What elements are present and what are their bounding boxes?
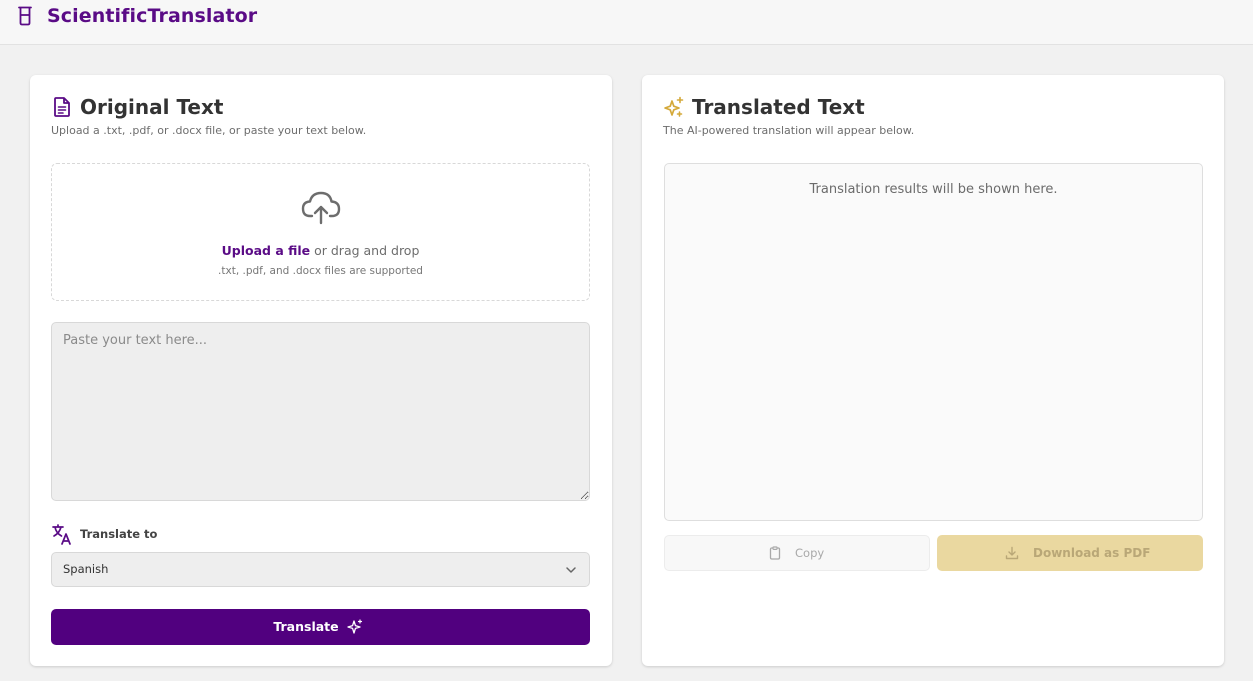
selected-language: Spanish bbox=[63, 562, 109, 576]
translation-output[interactable]: Translation results will be shown here. bbox=[664, 163, 1203, 521]
download-pdf-label: Download as PDF bbox=[1033, 546, 1151, 560]
beaker-icon bbox=[18, 6, 32, 26]
drag-drop-text: or drag and drop bbox=[310, 243, 420, 258]
sparkles-icon bbox=[664, 96, 684, 117]
download-icon bbox=[1005, 546, 1019, 560]
original-text-subtitle: Upload a .txt, .pdf, or .docx file, or p… bbox=[51, 124, 367, 137]
original-text-card: Original Text Upload a .txt, .pdf, or .d… bbox=[30, 75, 612, 666]
translate-button[interactable]: Translate bbox=[51, 609, 590, 645]
translated-text-title: Translated Text bbox=[692, 95, 865, 119]
download-pdf-button[interactable]: Download as PDF bbox=[937, 535, 1203, 571]
translated-text-card: Translated Text The AI-powered translati… bbox=[642, 75, 1224, 666]
translate-to-label: Translate to bbox=[80, 527, 158, 541]
chevron-down-icon bbox=[566, 567, 576, 573]
file-dropzone[interactable]: Upload a file or drag and drop .txt, .pd… bbox=[51, 163, 590, 301]
translate-button-label: Translate bbox=[273, 619, 339, 634]
upload-prompt: Upload a file or drag and drop bbox=[52, 242, 589, 260]
clipboard-icon bbox=[769, 546, 781, 560]
original-text-title: Original Text bbox=[80, 95, 224, 119]
source-text-input[interactable] bbox=[51, 322, 590, 501]
translate-icon bbox=[52, 524, 71, 545]
upload-file-link[interactable]: Upload a file bbox=[222, 243, 311, 258]
translation-placeholder: Translation results will be shown here. bbox=[809, 182, 1058, 197]
supported-formats-hint: .txt, .pdf, and .docx files are supporte… bbox=[218, 265, 423, 277]
cloud-upload-icon bbox=[301, 191, 341, 225]
top-bar: ScientificTranslator bbox=[0, 0, 1253, 45]
copy-button-label: Copy bbox=[795, 546, 825, 560]
translated-text-subtitle: The AI-powered translation will appear b… bbox=[663, 124, 915, 137]
document-icon bbox=[54, 97, 70, 117]
app-name[interactable]: ScientificTranslator bbox=[47, 3, 257, 29]
target-language-select[interactable]: Spanish bbox=[51, 552, 590, 587]
sparkles-icon bbox=[347, 619, 363, 634]
copy-button[interactable]: Copy bbox=[664, 535, 930, 571]
